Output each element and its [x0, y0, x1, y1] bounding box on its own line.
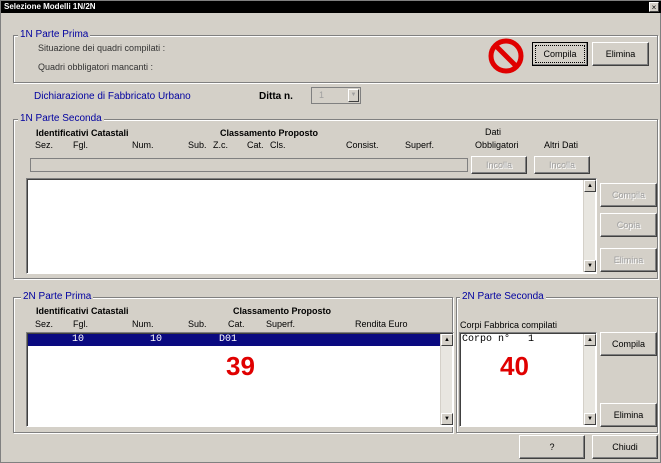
chiudi-button[interactable]: Chiudi: [592, 435, 658, 459]
col-sez-2n: Sez.: [35, 319, 54, 329]
incolla-obbligatori-button[interactable]: Incolla: [471, 156, 527, 174]
elimina-1n-prima-button[interactable]: Elimina: [592, 42, 649, 66]
copia-button[interactable]: Copia: [600, 213, 657, 237]
col-cat-2n: Cat.: [228, 319, 245, 329]
prohibited-icon: [488, 38, 524, 74]
ditta-value: 1: [319, 90, 325, 100]
scroll-down-icon[interactable]: ▼: [584, 260, 596, 272]
compila-1n-seconda-button[interactable]: Compila: [600, 183, 657, 207]
col-obbligatori: Obbligatori: [475, 140, 519, 150]
group-label-2n-seconda: 2N Parte Seconda: [460, 291, 546, 302]
group-label-2n-prima: 2N Parte Prima: [21, 291, 94, 302]
chevron-down-icon[interactable]: ▼: [348, 89, 359, 102]
col-altri-dati: Altri Dati: [544, 140, 579, 150]
col-consist: Consist.: [346, 140, 379, 150]
ditta-label: Ditta n.: [259, 91, 293, 102]
col-superf-2n: Superf.: [266, 319, 296, 329]
help-button[interactable]: ?: [519, 435, 585, 459]
col-num-2n: Num.: [132, 319, 154, 329]
dialog-window: Selezione Modelli 1N/2N × 1N Parte Prima…: [0, 0, 661, 463]
window-title: Selezione Modelli 1N/2N: [4, 2, 96, 11]
cell-cat: D01: [219, 334, 238, 345]
scroll-down-icon[interactable]: ▼: [584, 413, 596, 425]
obbligatori-label: Quadri obbligatori mancanti :: [38, 62, 154, 72]
scroll-up-icon[interactable]: ▲: [441, 334, 453, 346]
col-fgl-2n: Fgl.: [73, 319, 89, 329]
table-row[interactable]: 10 10 D01: [28, 334, 440, 346]
annotation-40: 40: [500, 351, 529, 381]
hdr-classamento-2n: Classamento Proposto: [233, 306, 332, 316]
dichiarazione-label: Dichiarazione di Fabbricato Urbano: [34, 91, 191, 102]
hdr-identificativi-1n: Identificativi Catastali: [36, 128, 129, 138]
compila-1n-prima-button[interactable]: Compila: [532, 42, 588, 66]
compila-2n-seconda-button[interactable]: Compila: [600, 332, 657, 356]
title-bar: Selezione Modelli 1N/2N: [1, 1, 661, 13]
hdr-classamento-1n: Classamento Proposto: [220, 128, 319, 138]
col-num: Num.: [132, 140, 154, 150]
2n-prima-list[interactable]: 10 10 D01 ▲ ▼ 39: [26, 332, 454, 427]
annotation-39: 39: [226, 351, 255, 381]
col-fgl: Fgl.: [73, 140, 89, 150]
corpi-fabbrica-list[interactable]: Corpo n° 1 ▲ ▼ 40: [459, 332, 597, 427]
incolla-altri-dati-button[interactable]: Incolla: [534, 156, 590, 174]
close-icon[interactable]: ×: [649, 2, 659, 12]
col-cat: Cat.: [247, 140, 264, 150]
scrollbar[interactable]: ▲ ▼: [583, 180, 596, 272]
col-sub-2n: Sub.: [188, 319, 207, 329]
scroll-down-icon[interactable]: ▼: [441, 413, 453, 425]
hdr-dati: Dati: [485, 127, 502, 137]
cell-fgl: 10: [72, 334, 85, 345]
1n-seconda-list[interactable]: ▲ ▼: [26, 178, 597, 274]
elimina-1n-seconda-button[interactable]: Elimina: [600, 248, 657, 272]
scroll-up-icon[interactable]: ▲: [584, 180, 596, 192]
scrollbar[interactable]: ▲ ▼: [583, 334, 596, 425]
scrollbar[interactable]: ▲ ▼: [440, 334, 453, 425]
1n-seconda-edit-row[interactable]: [30, 158, 468, 172]
list-item[interactable]: Corpo n° 1: [462, 334, 534, 346]
situazione-label: Situazione dei quadri compilati :: [38, 43, 166, 53]
scroll-up-icon[interactable]: ▲: [584, 334, 596, 346]
ditta-select[interactable]: 1 ▼: [311, 87, 361, 104]
hdr-identificativi-2n: Identificativi Catastali: [36, 306, 129, 316]
group-label-1n-seconda: 1N Parte Seconda: [18, 113, 104, 124]
corpi-fabbrica-label: Corpi Fabbrica compilati: [460, 320, 558, 330]
col-zc: Z.c.: [213, 140, 228, 150]
cell-num: 10: [150, 334, 163, 345]
elimina-2n-seconda-button[interactable]: Elimina: [600, 403, 657, 427]
col-sub: Sub.: [188, 140, 207, 150]
col-superf: Superf.: [405, 140, 435, 150]
col-rendita-euro: Rendita Euro: [355, 319, 408, 329]
col-sez: Sez.: [35, 140, 54, 150]
col-cls: Cls.: [270, 140, 286, 150]
group-label-1n-prima: 1N Parte Prima: [18, 29, 91, 40]
